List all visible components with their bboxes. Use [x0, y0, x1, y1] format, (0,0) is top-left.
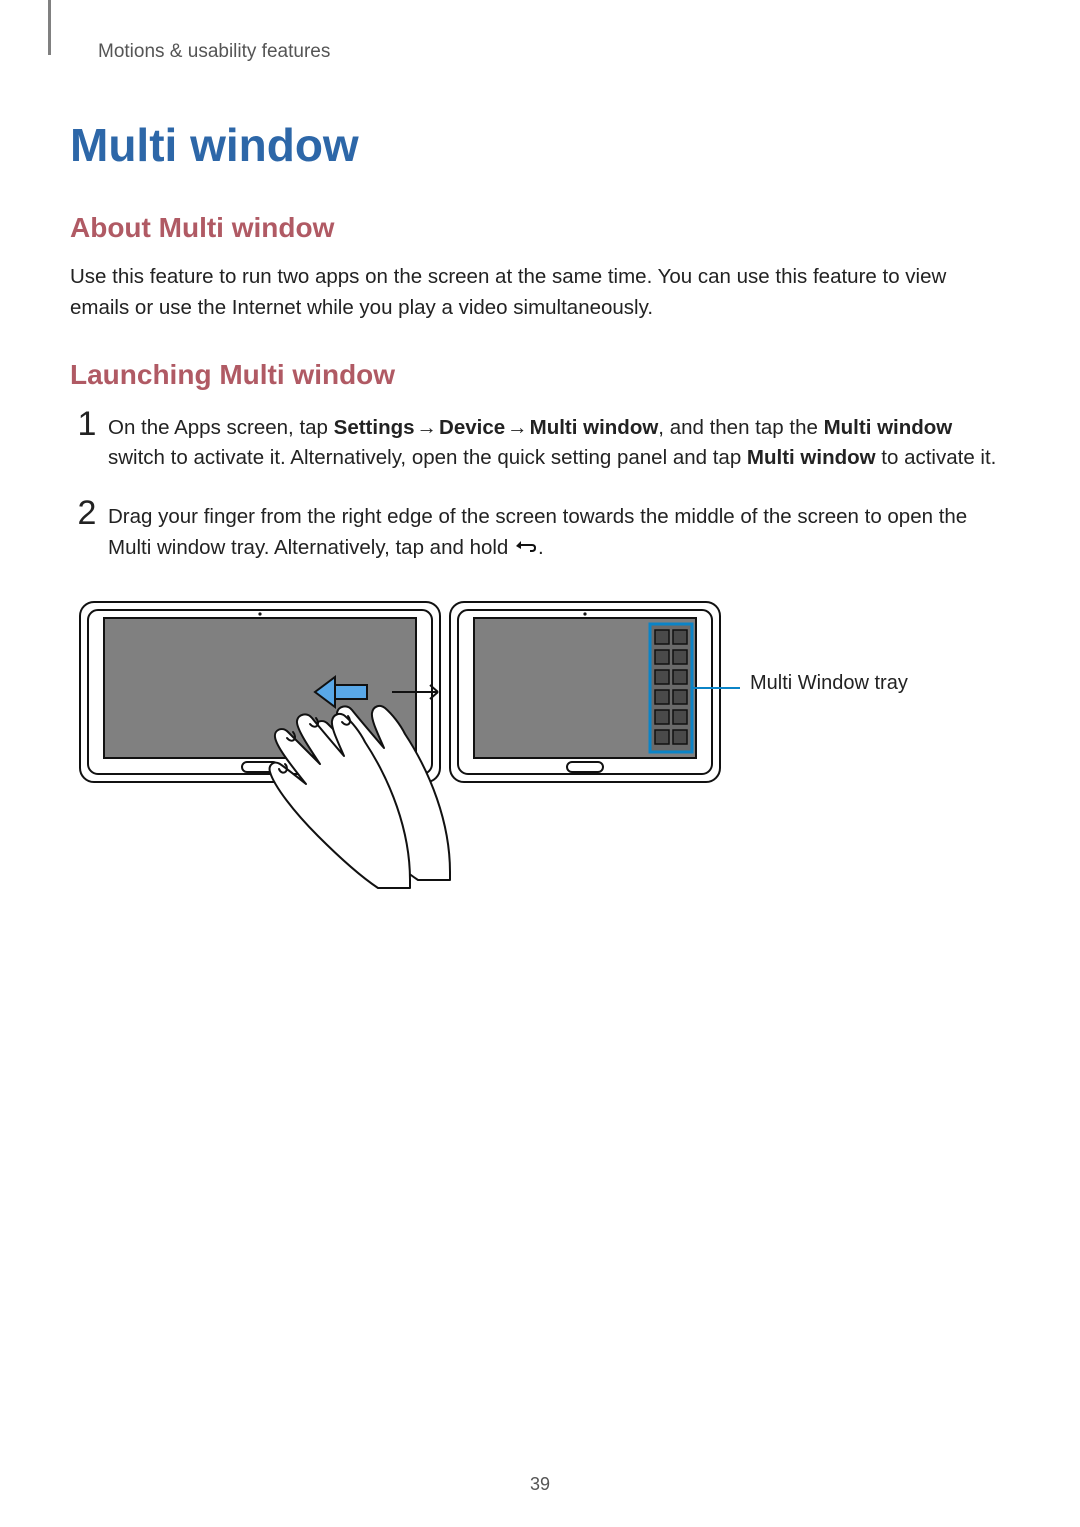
bold-multi-window: Multi window [824, 416, 953, 439]
manual-page: Motions & usability features Multi windo… [0, 0, 1080, 892]
page-number: 39 [0, 1474, 1080, 1495]
page-title: Multi window [70, 118, 1010, 172]
breadcrumb: Motions & usability features [98, 41, 1010, 63]
multi-window-tray-highlight [650, 624, 692, 752]
arrow-icon: → [417, 413, 438, 444]
bold-device: Device [439, 416, 505, 439]
text-fragment: , and then tap the [658, 416, 823, 439]
tablet-illustration [70, 592, 940, 892]
back-icon [514, 533, 538, 564]
callout-label: Multi Window tray [750, 670, 908, 696]
step-1: 1 On the Apps screen, tap Settings → Dev… [70, 413, 1010, 475]
section-heading-launching: Launching Multi window [70, 359, 1010, 391]
text-fragment: On the Apps screen, tap [108, 416, 334, 439]
section-heading-about: About Multi window [70, 212, 1010, 244]
step-text: On the Apps screen, tap Settings → Devic… [104, 413, 1010, 475]
text-fragment: switch to activate it. Alternatively, op… [108, 446, 747, 469]
arrow-icon: → [507, 413, 528, 444]
bold-multi-window: Multi window [530, 416, 659, 439]
step-number: 1 [70, 407, 104, 441]
bold-multi-window: Multi window [747, 446, 876, 469]
bold-settings: Settings [334, 416, 415, 439]
figure-area: Multi Window tray [70, 592, 1010, 892]
header-rule [48, 0, 51, 55]
text-fragment: . [538, 536, 544, 559]
about-paragraph: Use this feature to run two apps on the … [70, 262, 1010, 324]
step-number: 2 [70, 496, 104, 530]
step-2: 2 Drag your finger from the right edge o… [70, 502, 1010, 564]
steps-list: 1 On the Apps screen, tap Settings → Dev… [70, 413, 1010, 564]
text-fragment: to activate it. [876, 446, 997, 469]
step-text: Drag your finger from the right edge of … [104, 502, 1010, 564]
